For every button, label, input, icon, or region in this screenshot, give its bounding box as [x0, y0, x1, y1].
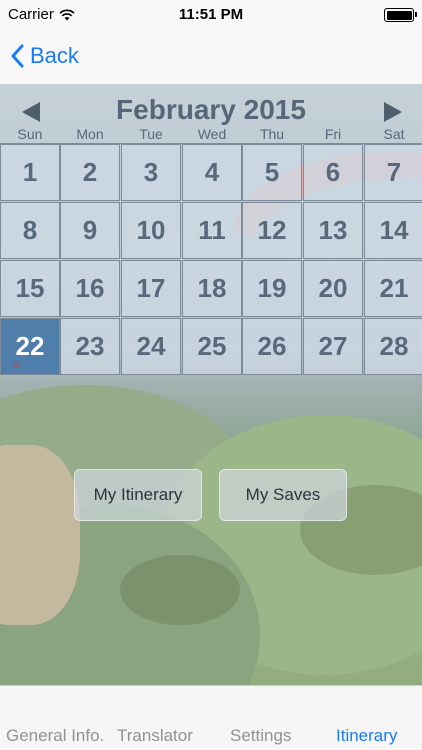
app-screen: Carrier 11:51 PM Back February 2015 Sun … — [0, 0, 422, 750]
day-cell[interactable]: 25 — [182, 318, 242, 375]
day-cell[interactable]: 20 — [303, 260, 363, 317]
next-month-arrow-icon[interactable] — [378, 100, 404, 124]
day-cell[interactable]: 26 — [242, 318, 302, 375]
day-cell[interactable]: 11 — [182, 202, 242, 259]
chevron-left-icon — [11, 44, 24, 68]
day-cell[interactable]: 21 — [364, 260, 422, 317]
day-cell[interactable]: 16 — [60, 260, 120, 317]
day-cell[interactable]: 9 — [60, 202, 120, 259]
back-button[interactable]: Back — [10, 38, 79, 74]
back-label: Back — [30, 43, 79, 68]
day-cell-today[interactable]: 22 ⌂ — [0, 318, 60, 375]
day-cell[interactable]: 13 — [303, 202, 363, 259]
tab-itinerary[interactable]: Itinerary — [336, 726, 397, 746]
weekday-row: Sun Mon Tue Wed Thu Fri Sat — [0, 126, 422, 142]
tab-settings[interactable]: Settings — [230, 726, 291, 746]
status-bar: Carrier 11:51 PM — [0, 0, 422, 30]
navigation-bar: Back — [0, 30, 422, 85]
tab-bar: General Info. Translator Settings Itiner… — [0, 685, 422, 750]
day-cell[interactable]: 27 — [303, 318, 363, 375]
day-cell[interactable]: 19 — [242, 260, 302, 317]
month-title: February 2015 — [116, 94, 306, 125]
weekday-label: Tue — [139, 126, 163, 142]
weekday-label: Mon — [76, 126, 104, 142]
day-cell[interactable]: 6 — [303, 144, 363, 201]
weekday-label: Sun — [17, 126, 43, 142]
status-time: 11:51 PM — [178, 6, 244, 23]
day-cell[interactable]: 14 — [364, 202, 422, 259]
day-cell[interactable]: 18 — [182, 260, 242, 317]
my-saves-button[interactable]: My Saves — [219, 469, 347, 521]
day-cell[interactable]: 4 — [182, 144, 242, 201]
day-cell[interactable]: 15 — [0, 260, 60, 317]
weekday-label: Sat — [383, 126, 405, 142]
weekday-label: Wed — [197, 126, 227, 142]
weekday-label: Fri — [324, 126, 342, 142]
weekday-label: Thu — [259, 126, 285, 142]
day-cell[interactable]: 28 — [364, 318, 422, 375]
my-itinerary-button[interactable]: My Itinerary — [74, 469, 202, 521]
day-cell[interactable]: 5 — [242, 144, 302, 201]
day-cell[interactable]: 12 — [242, 202, 302, 259]
tab-general-info[interactable]: General Info. — [6, 726, 104, 746]
day-cell[interactable]: 23 — [60, 318, 120, 375]
day-cell[interactable]: 17 — [121, 260, 181, 317]
day-cell[interactable]: 10 — [121, 202, 181, 259]
day-cell[interactable]: 3 — [121, 144, 181, 201]
battery-icon — [384, 8, 417, 22]
day-cell[interactable]: 2 — [60, 144, 120, 201]
tab-translator[interactable]: Translator — [117, 726, 193, 746]
day-cell-label: 22 — [15, 331, 45, 361]
event-marker-icon: ⌂ — [13, 359, 21, 370]
day-cell[interactable]: 7 — [364, 144, 422, 201]
day-cell[interactable]: 8 — [0, 202, 60, 259]
calendar-grid: 1 2 3 4 5 6 7 8 9 10 11 12 13 14 15 16 1… — [0, 143, 422, 376]
calendar-header: February 2015 Sun Mon Tue Wed Thu Fri Sa… — [0, 92, 422, 144]
day-cell[interactable]: 1 — [0, 144, 60, 201]
day-cell[interactable]: 24 — [121, 318, 181, 375]
